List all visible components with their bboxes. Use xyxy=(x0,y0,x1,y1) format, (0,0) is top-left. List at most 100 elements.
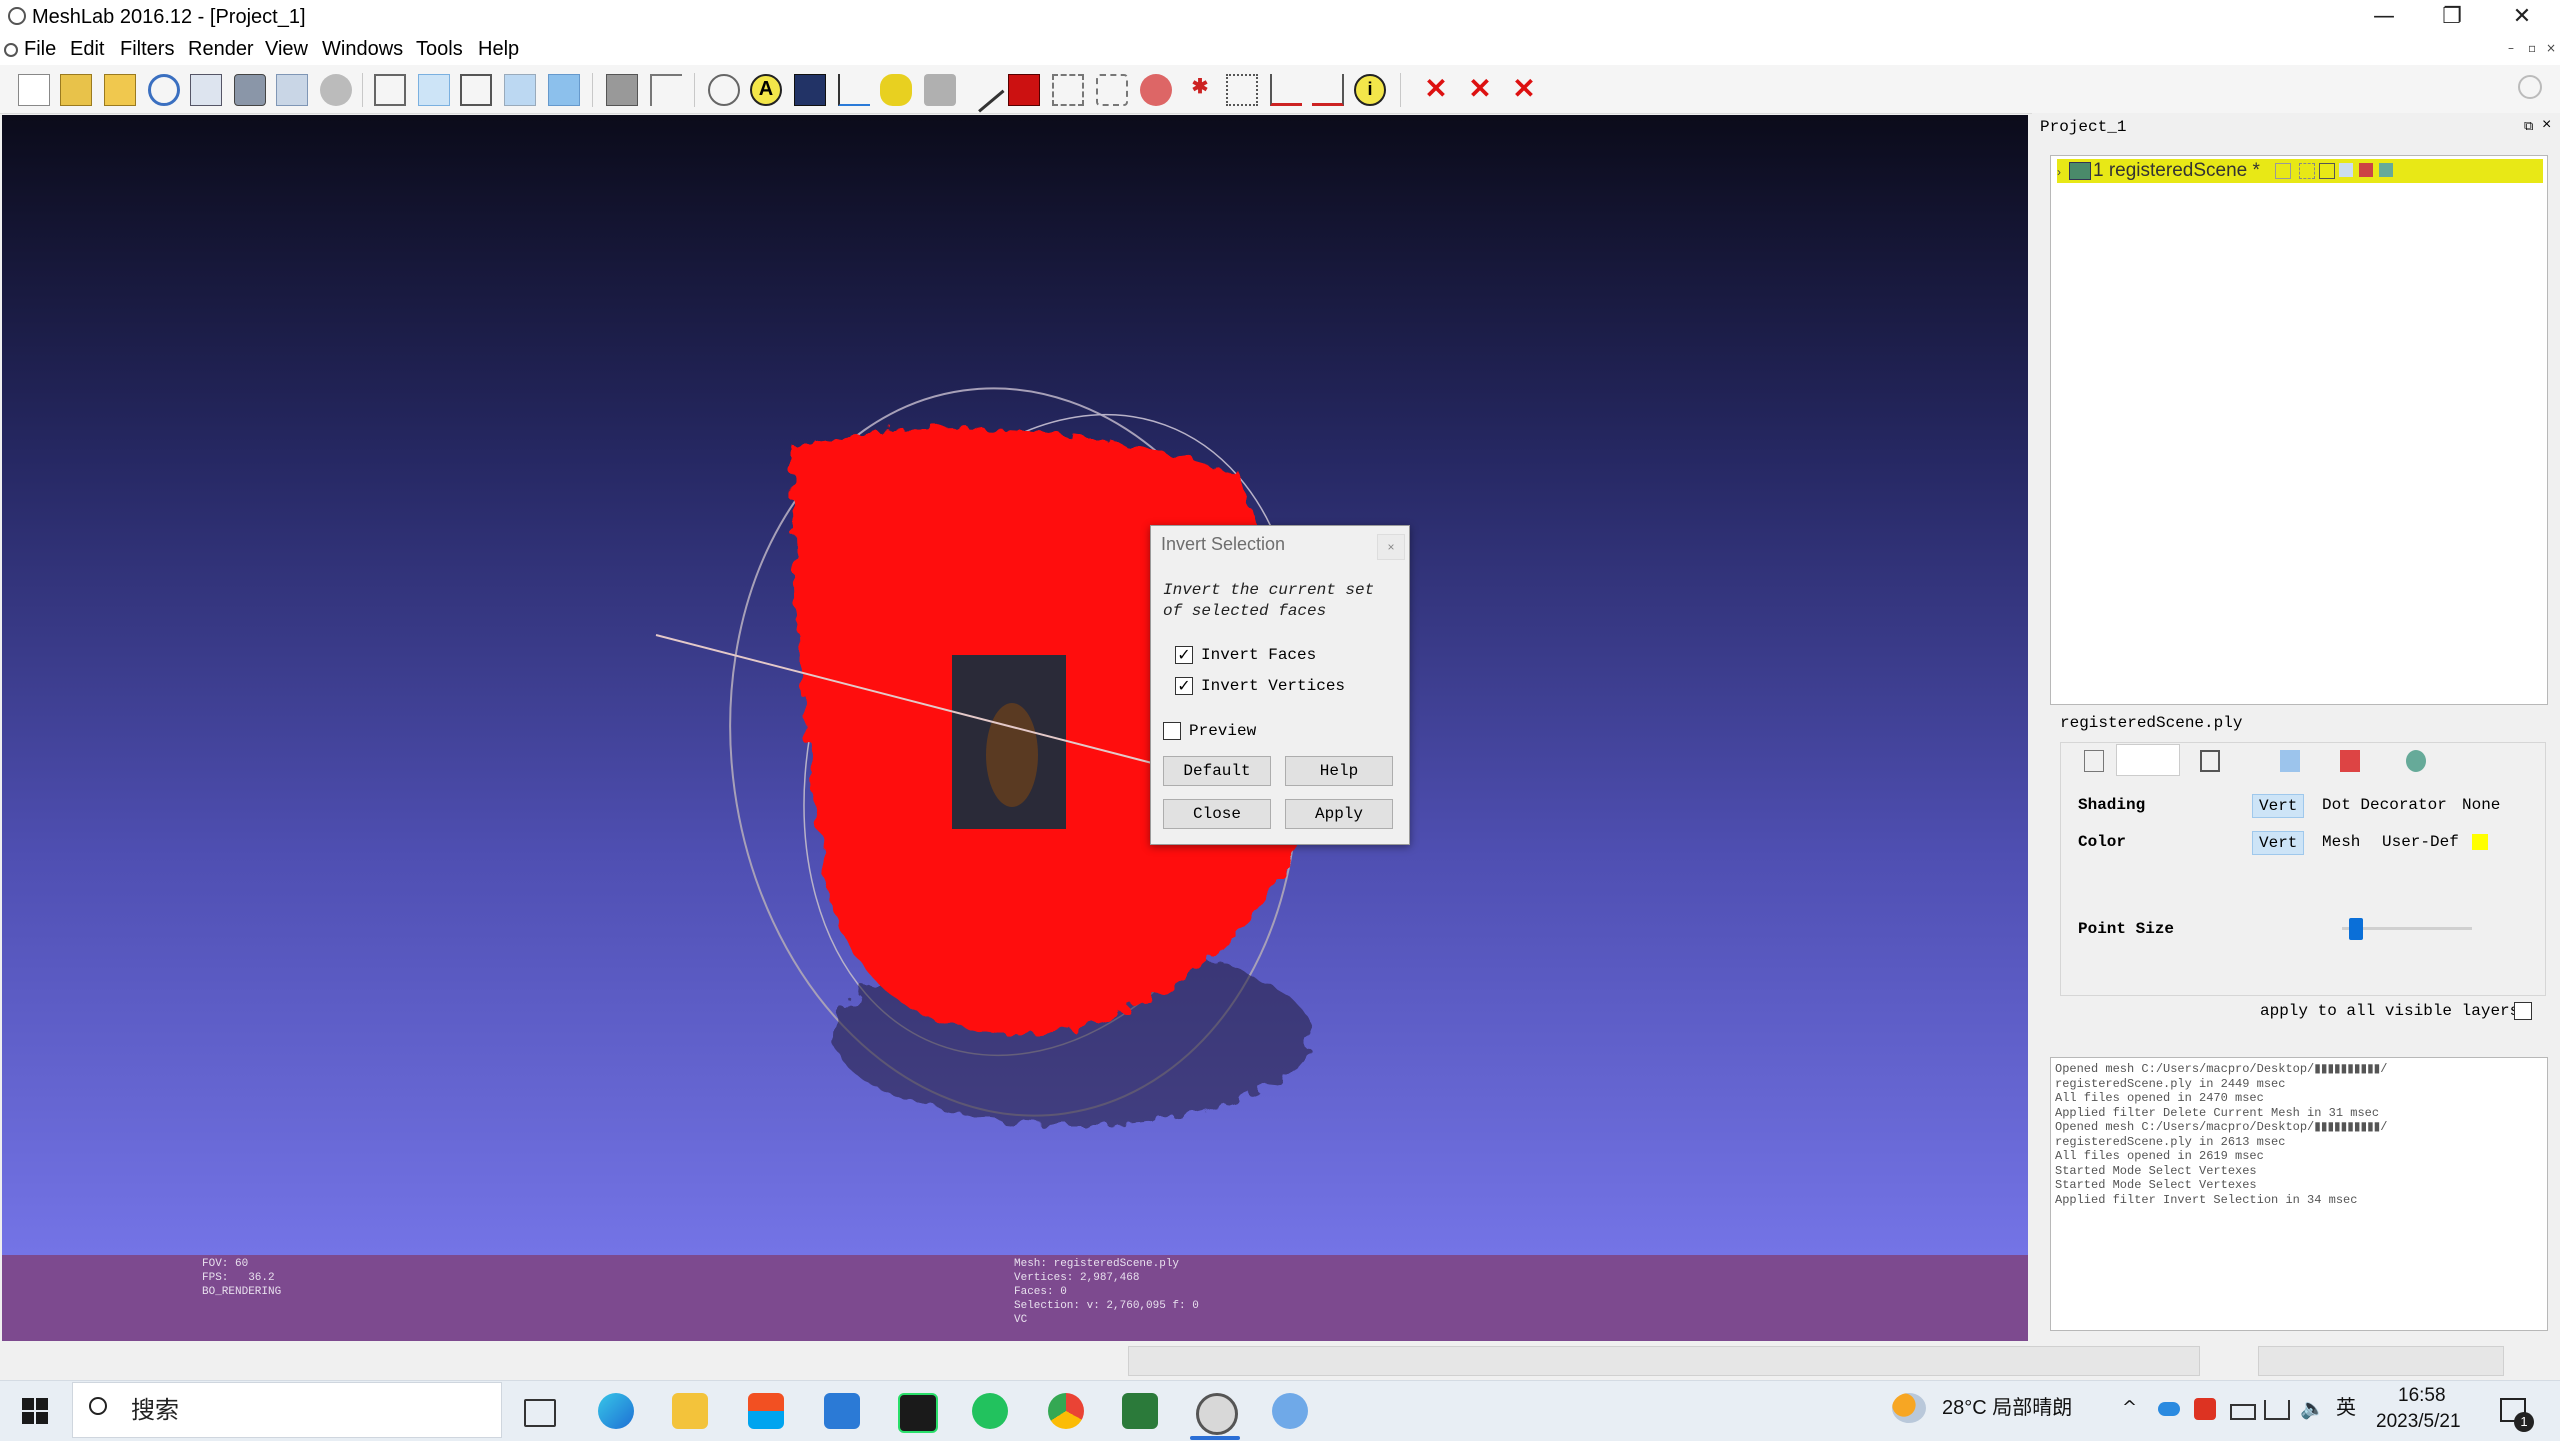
expand-icon[interactable]: › xyxy=(2057,165,2061,179)
layer-points-icon[interactable] xyxy=(2299,163,2315,179)
mdi-close-button[interactable]: × xyxy=(2546,41,2556,55)
minimize-button[interactable]: — xyxy=(2352,0,2416,33)
layer-decorator-icon[interactable] xyxy=(2379,163,2393,177)
menu-render[interactable]: Render xyxy=(188,36,254,62)
layer-texture-icon[interactable] xyxy=(2359,163,2373,177)
delete-selected-faces-icon[interactable]: ✕ xyxy=(1464,74,1496,106)
menu-help[interactable]: Help xyxy=(478,36,519,62)
georef-icon[interactable]: ✱ xyxy=(1184,74,1216,106)
layer-fill-icon[interactable] xyxy=(2339,163,2353,177)
dialog-close-button[interactable]: × xyxy=(1377,534,1405,560)
chevron-up-icon[interactable]: ^ xyxy=(2122,1396,2137,1420)
measure-tool-icon[interactable] xyxy=(838,74,870,106)
snapshot-icon[interactable] xyxy=(234,74,266,106)
lighting-icon[interactable] xyxy=(606,74,638,106)
shading-dot-decorator-option[interactable]: Dot Decorator xyxy=(2316,794,2453,816)
store-icon[interactable] xyxy=(748,1393,784,1429)
align-icon[interactable] xyxy=(1140,74,1172,106)
default-button[interactable]: Default xyxy=(1163,756,1271,786)
wireframe-icon[interactable] xyxy=(460,74,492,106)
pick-points-icon[interactable] xyxy=(924,74,956,106)
wechat-icon[interactable] xyxy=(972,1393,1008,1429)
invert-vertices-checkbox[interactable]: ✓ xyxy=(1175,677,1193,695)
new-project-icon[interactable] xyxy=(18,74,50,106)
flat-shading-icon[interactable] xyxy=(504,74,536,106)
close-button[interactable]: Close xyxy=(1163,799,1271,829)
menu-view[interactable]: View xyxy=(265,36,308,62)
meshlab-taskbar-icon[interactable] xyxy=(1196,1393,1238,1435)
decorator-tab-icon[interactable] xyxy=(2406,750,2426,772)
select-connected-icon[interactable] xyxy=(1226,74,1258,106)
edge-browser-icon[interactable] xyxy=(598,1393,634,1429)
select-paint-icon[interactable] xyxy=(1008,74,1040,106)
ime-indicator[interactable]: 英 xyxy=(2336,1396,2356,1420)
app-icon[interactable] xyxy=(1122,1393,1158,1429)
open-project-icon[interactable] xyxy=(60,74,92,106)
menu-file[interactable]: File xyxy=(24,36,56,62)
shading-vert-option[interactable]: Vert xyxy=(2252,794,2305,818)
network-icon[interactable] xyxy=(2264,1400,2290,1420)
menu-edit[interactable]: Edit xyxy=(70,36,104,62)
points-tab-icon[interactable] xyxy=(2116,744,2180,776)
delete-selected-faces-vertices-icon[interactable]: ✕ xyxy=(1508,74,1540,106)
search-icon[interactable] xyxy=(2518,75,2542,99)
mdi-restore-button[interactable]: ▫ xyxy=(2528,41,2536,55)
file-explorer-icon[interactable] xyxy=(672,1393,708,1429)
raster-view-icon[interactable] xyxy=(794,74,826,106)
color-vert-option[interactable]: Vert xyxy=(2252,831,2305,855)
brush-icon[interactable] xyxy=(959,67,1005,113)
close-panel-icon[interactable]: × xyxy=(2542,116,2551,134)
apply-button[interactable]: Apply xyxy=(1285,799,1393,829)
bounding-box-icon[interactable] xyxy=(374,74,406,106)
delete-selected-vertices-icon[interactable]: ✕ xyxy=(1420,74,1452,106)
bbox-tab-icon[interactable] xyxy=(2084,750,2104,772)
restore-button[interactable]: ❐ xyxy=(2420,0,2484,33)
fill-tab-icon[interactable] xyxy=(2280,750,2300,772)
annotation-icon[interactable]: A xyxy=(750,74,782,106)
reload-icon[interactable] xyxy=(148,74,180,106)
invert-faces-checkbox[interactable]: ✓ xyxy=(1175,646,1193,664)
battery-icon[interactable] xyxy=(2230,1404,2256,1420)
points-render-icon[interactable] xyxy=(418,74,450,106)
smooth-shading-icon[interactable] xyxy=(548,74,580,106)
shading-none-option[interactable]: None xyxy=(2456,794,2506,816)
apply-all-checkbox[interactable] xyxy=(2514,1002,2532,1020)
wireframe-tab-icon[interactable] xyxy=(2200,750,2220,772)
texture-tab-icon[interactable] xyxy=(2340,750,2360,772)
taskbar-search[interactable]: 搜索 xyxy=(72,1382,502,1438)
weather-text[interactable]: 28°C 局部晴朗 xyxy=(1942,1396,2072,1420)
trackball-icon[interactable] xyxy=(708,74,740,106)
clock-date[interactable]: 2023/5/21 xyxy=(2376,1410,2461,1434)
layer-bbox-icon[interactable] xyxy=(2275,163,2291,179)
import-mesh-icon[interactable] xyxy=(104,74,136,106)
user-color-swatch[interactable] xyxy=(2472,834,2488,850)
float-icon[interactable]: ⧉ xyxy=(2524,118,2533,134)
pycharm-icon[interactable] xyxy=(898,1393,938,1433)
clock-time[interactable]: 16:58 xyxy=(2398,1384,2446,1408)
layer-row[interactable]: › 1 registeredScene * xyxy=(2057,159,2543,183)
3d-viewport[interactable] xyxy=(2,115,2028,1255)
axes-icon[interactable] xyxy=(650,74,682,106)
chrome-icon[interactable] xyxy=(1048,1393,1084,1429)
layers-icon[interactable] xyxy=(276,74,308,106)
weather-icon[interactable] xyxy=(1892,1393,1926,1423)
help-button[interactable]: Help xyxy=(1285,756,1393,786)
color-userdef-option[interactable]: User-Def xyxy=(2376,831,2465,853)
windows-start-icon[interactable] xyxy=(22,1398,48,1424)
visibility-eye-icon[interactable] xyxy=(2069,162,2091,180)
export-mesh-icon[interactable] xyxy=(190,74,222,106)
point-size-slider[interactable] xyxy=(2348,918,2363,940)
color-mesh-option[interactable]: Mesh xyxy=(2316,831,2366,853)
antivirus-icon[interactable] xyxy=(2194,1398,2216,1420)
select-faces-icon[interactable] xyxy=(1052,74,1084,106)
raster-icon[interactable] xyxy=(320,74,352,106)
menu-filters[interactable]: Filters xyxy=(120,36,174,62)
select-vertices-icon[interactable] xyxy=(1096,74,1128,106)
close-window-button[interactable]: ✕ xyxy=(2490,0,2554,33)
select-region-icon[interactable] xyxy=(1312,74,1344,106)
info-icon[interactable]: i xyxy=(1354,74,1386,106)
volume-icon[interactable]: 🔈 xyxy=(2300,1396,2325,1420)
menu-tools[interactable]: Tools xyxy=(416,36,463,62)
select-z-icon[interactable] xyxy=(1270,74,1302,106)
task-view-icon[interactable] xyxy=(524,1399,556,1427)
